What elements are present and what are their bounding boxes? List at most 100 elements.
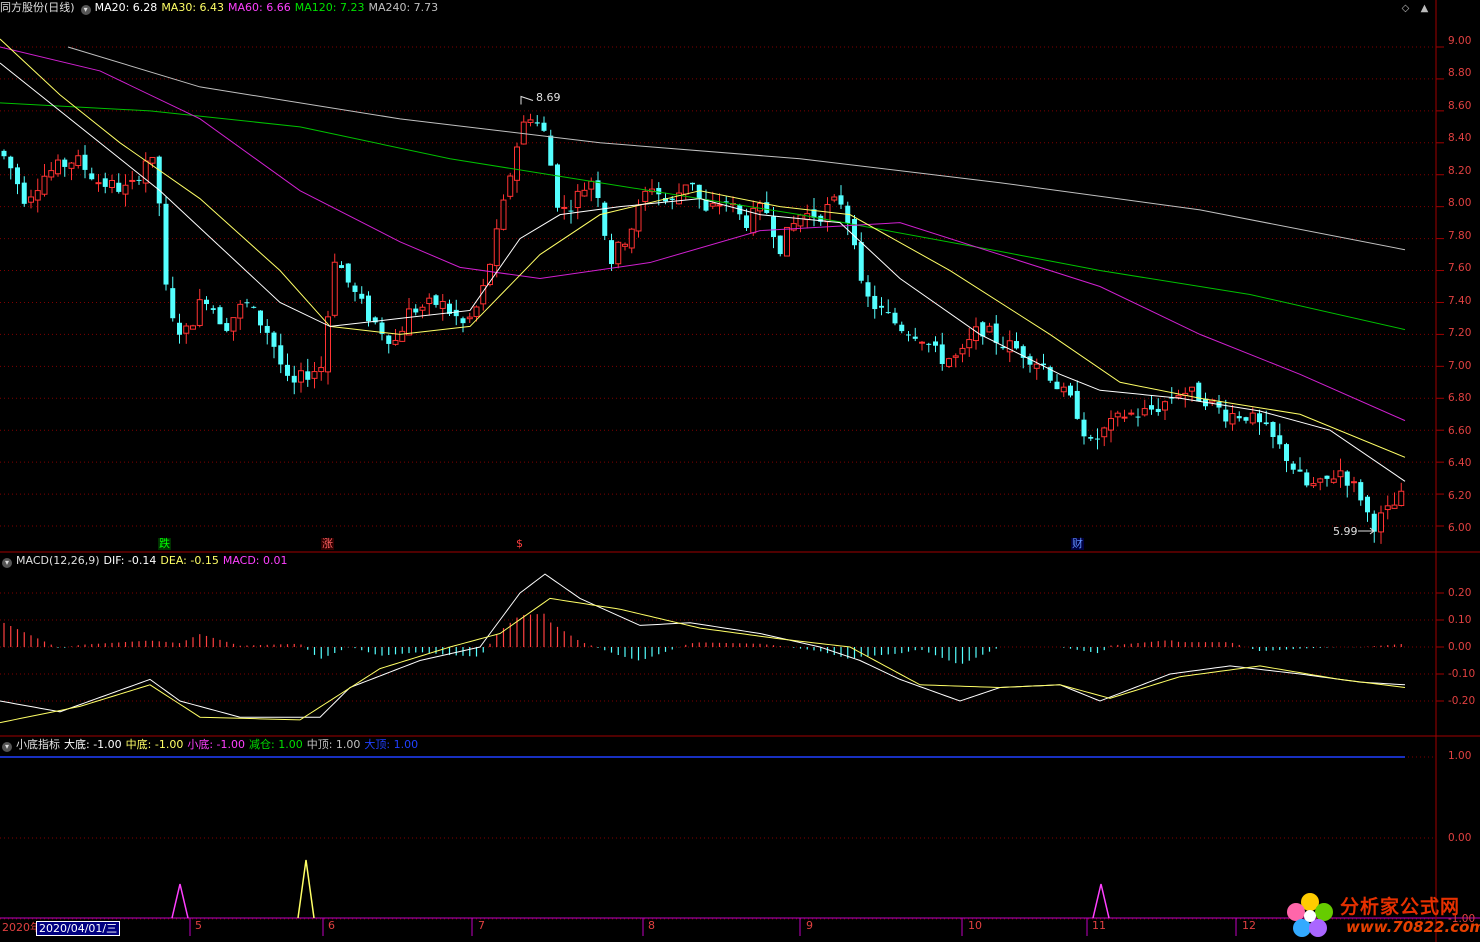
candle-down (352, 285, 358, 292)
candle-down (156, 156, 162, 204)
candle-down (1149, 405, 1154, 410)
candle-up (298, 370, 304, 383)
candle-down (656, 187, 662, 195)
candle-down (852, 218, 857, 246)
candle-up (1351, 481, 1357, 484)
high-pointer-icon (520, 95, 534, 105)
candle-up (527, 119, 534, 123)
price-axis-label: 8.40 (1448, 132, 1472, 144)
candle-up (946, 358, 952, 367)
candle-down (210, 308, 216, 310)
candle-down (858, 242, 864, 281)
candle-down (116, 182, 122, 192)
candle-up (41, 175, 48, 195)
candle-down (777, 235, 783, 255)
candle-down (366, 295, 371, 322)
candle-down (879, 305, 884, 308)
candle-up (514, 146, 520, 181)
x-axis-month: 11 (1092, 919, 1106, 932)
candle-down (744, 215, 749, 228)
candle-down (1155, 408, 1161, 413)
candle-up (628, 228, 635, 249)
price-axis-label: 9.00 (1448, 35, 1472, 47)
candle-down (1297, 469, 1303, 472)
candle-up (426, 297, 433, 305)
candle-down (885, 312, 891, 314)
candle-up (1384, 505, 1391, 511)
candle-up (68, 162, 75, 169)
event-tag-finance[interactable]: 财 (1071, 538, 1084, 550)
candle-up (1249, 412, 1256, 424)
candle-up (311, 371, 318, 379)
chart-canvas[interactable] (0, 0, 1480, 942)
candle-down (386, 335, 392, 344)
candle-up (190, 325, 196, 330)
price-axis-label: 8.60 (1448, 100, 1472, 112)
candle-up (1310, 483, 1317, 487)
candle-down (669, 198, 675, 200)
candle-up (75, 155, 82, 167)
price-axis-label: 6.80 (1448, 392, 1472, 404)
candle-down (1068, 385, 1073, 396)
candle-up (439, 301, 446, 309)
event-tag-rise[interactable]: 涨 (321, 538, 334, 550)
candle-down (1324, 475, 1330, 479)
high-price-mark: 8.69 (536, 91, 561, 104)
price-axis-label: 7.80 (1448, 230, 1472, 242)
candle-down (264, 325, 270, 333)
candle-down (1243, 417, 1249, 421)
macd-dea-line (0, 597, 1406, 724)
candle-down (8, 156, 14, 169)
x-axis-month: 10 (968, 919, 982, 932)
candle-up (1175, 394, 1182, 398)
x-axis-month: 6 (328, 919, 335, 932)
xiaodi-spike (1092, 883, 1110, 919)
price-axis-label: 8.80 (1448, 67, 1472, 79)
candle-up (149, 156, 156, 164)
candle-up (1330, 478, 1337, 483)
price-axis-label: 7.00 (1448, 360, 1472, 372)
candle-up (1121, 416, 1128, 419)
candle-down (912, 336, 918, 339)
ma30-line (0, 38, 1406, 458)
event-tag-dollar[interactable]: $ (515, 538, 524, 550)
price-axis-label: 7.20 (1448, 327, 1472, 339)
ma20-line (0, 62, 1406, 482)
candle-down (177, 322, 182, 335)
candle-down (251, 306, 257, 308)
candle-up (1114, 412, 1121, 418)
candle-down (163, 203, 169, 285)
candle-down (413, 308, 419, 313)
candle-up (419, 306, 426, 311)
macd-axis-label: 0.10 (1448, 614, 1472, 626)
candle-down (771, 216, 776, 238)
price-axis-label: 6.60 (1448, 425, 1472, 437)
candle-down (1304, 472, 1310, 486)
candle-up (129, 179, 136, 182)
candle-down (865, 282, 871, 297)
candle-down (453, 309, 459, 317)
candle-up (406, 308, 412, 336)
flower-logo-icon (1287, 893, 1333, 937)
price-axis-label: 7.40 (1448, 295, 1472, 307)
event-tag-fall[interactable]: 跌 (158, 538, 171, 550)
candle-up (986, 325, 993, 333)
candle-down (1014, 341, 1019, 349)
candle-down (170, 288, 176, 319)
candle-down (602, 202, 608, 236)
ma240-line (67, 46, 1406, 251)
price-axis-label: 7.60 (1448, 262, 1472, 274)
indicator-axis-label: 0.00 (1448, 832, 1472, 844)
candle-down (21, 182, 27, 204)
candle-down (534, 122, 540, 124)
candle-down (1270, 422, 1276, 438)
candle-up (392, 339, 399, 345)
stock-chart-window: 同方股份(日线) ▾ MA20: 6.28 MA30: 6.43 MA60: 6.66 M… (0, 0, 1480, 942)
candle-down (460, 318, 466, 324)
candle-up (507, 175, 514, 197)
candle-down (568, 210, 574, 212)
macd-axis-label: 0.20 (1448, 587, 1472, 599)
candle-down (1263, 422, 1269, 425)
candle-down (433, 295, 439, 305)
candle-down (690, 182, 695, 185)
